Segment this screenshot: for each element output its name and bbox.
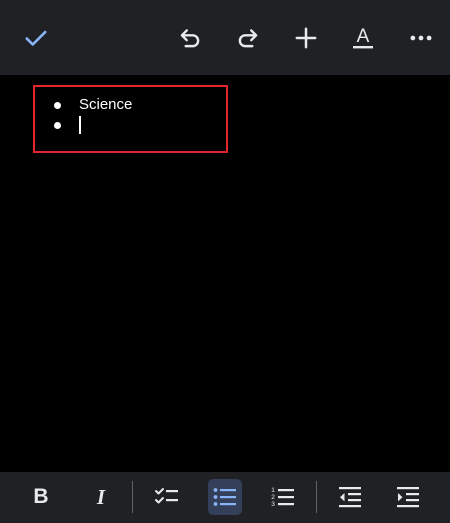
more-icon (410, 35, 432, 41)
number-three: 3 (271, 501, 275, 508)
toolbar-divider (132, 481, 133, 513)
top-toolbar: A (0, 0, 450, 75)
undo-icon (180, 29, 200, 48)
increase-indent-button[interactable] (391, 479, 425, 515)
text-format-icon: A (353, 26, 373, 49)
more-options-button[interactable] (403, 20, 439, 56)
bold-glyph: B (33, 485, 49, 508)
check-icon (25, 30, 47, 46)
list-item-current[interactable] (52, 115, 132, 135)
insert-button[interactable] (288, 20, 324, 56)
bold-button[interactable]: B (24, 479, 58, 515)
list-item[interactable]: Science (52, 95, 132, 115)
docs-editor: A Science B I 1 2 3 (0, 0, 450, 523)
redo-button[interactable] (230, 20, 266, 56)
italic-glyph: I (96, 484, 106, 509)
outdent-icon (339, 487, 361, 508)
bulleted-list-button[interactable] (208, 479, 242, 515)
bullet-icon (54, 102, 61, 109)
numbered-list-icon: 1 2 3 (271, 487, 294, 508)
formatting-toolbar: B I 1 2 3 (0, 472, 450, 523)
text-cursor (79, 116, 81, 134)
decrease-indent-button[interactable] (333, 479, 367, 515)
checklist-icon (155, 488, 178, 504)
plus-icon (295, 27, 317, 49)
checklist-button[interactable] (150, 479, 184, 515)
undo-button[interactable] (172, 20, 208, 56)
done-button[interactable] (18, 20, 54, 56)
list-item-text: Science (79, 96, 133, 113)
number-one: 1 (271, 487, 275, 494)
italic-button[interactable]: I (84, 479, 118, 515)
bullet-icon (54, 122, 61, 129)
text-format-button[interactable]: A (345, 20, 381, 56)
document-canvas[interactable]: Science (0, 75, 450, 472)
bulleted-list-icon (213, 488, 236, 506)
indent-icon (397, 487, 419, 508)
toolbar-divider (316, 481, 317, 513)
redo-icon (238, 29, 258, 48)
text-format-glyph: A (357, 26, 370, 47)
number-two: 2 (271, 494, 275, 501)
numbered-list-button[interactable]: 1 2 3 (266, 479, 300, 515)
bulleted-list[interactable]: Science (52, 95, 132, 135)
